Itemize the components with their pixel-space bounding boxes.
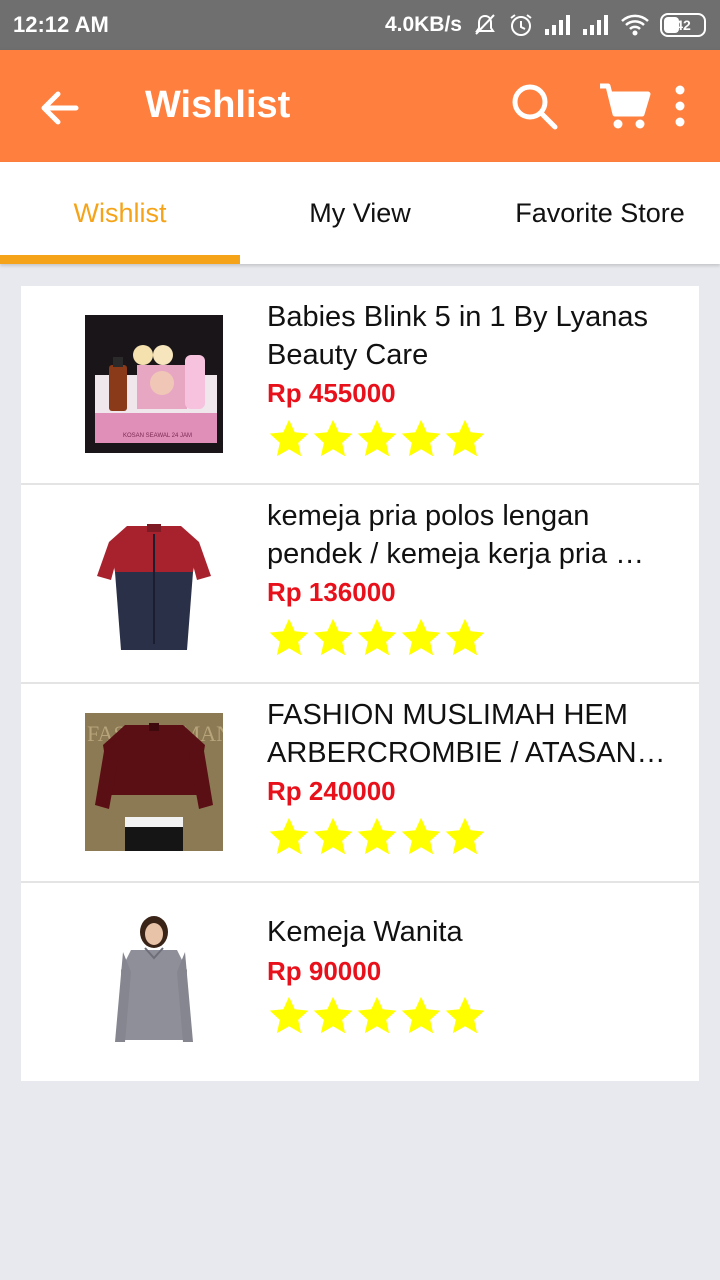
- mute-icon: [475, 14, 495, 35]
- tab-favorite-store[interactable]: Favorite Store: [480, 162, 720, 264]
- star-icon: [313, 817, 353, 855]
- rating-stars: [267, 815, 487, 859]
- alarm-icon: [510, 14, 532, 36]
- star-icon: [313, 996, 353, 1034]
- star-icon: [401, 996, 441, 1034]
- rating-stars: [267, 994, 487, 1038]
- star-icon: [269, 618, 309, 656]
- box-label: KOSAN SEAWAL 24 JAM: [123, 433, 192, 439]
- product-name[interactable]: Babies Blink 5 in 1 By Lyanas Beauty Car…: [267, 298, 687, 374]
- product-price: Rp 136000: [267, 577, 396, 607]
- star-icon: [357, 817, 397, 855]
- product-image[interactable]: KOSAN SEAWAL 24 JAM: [85, 315, 223, 453]
- product-image[interactable]: [85, 514, 223, 652]
- list-item[interactable]: KOSAN SEAWAL 24 JAM Babies Blink 5 in 1 …: [21, 286, 699, 485]
- star-icon: [269, 419, 309, 457]
- status-icons: 4.0KB/s 42: [385, 10, 706, 40]
- more-options-icon[interactable]: [668, 84, 692, 128]
- star-icon: [445, 996, 485, 1034]
- star-icon: [401, 419, 441, 457]
- rating-stars: [267, 417, 487, 461]
- product-name[interactable]: Kemeja Wanita: [267, 913, 687, 951]
- star-icon: [357, 419, 397, 457]
- page-title: Wishlist: [145, 84, 291, 126]
- product-name[interactable]: FASHION MUSLIMAH HEM ARBERCROMBIE / ATAS…: [267, 696, 687, 772]
- star-icon: [357, 996, 397, 1034]
- back-arrow-icon[interactable]: [34, 82, 86, 134]
- star-icon: [445, 618, 485, 656]
- battery-icon: 42: [660, 13, 706, 37]
- star-icon: [445, 817, 485, 855]
- status-time: 12:12 AM: [13, 12, 109, 37]
- battery-level: 42: [675, 17, 691, 33]
- network-speed: 4.0KB/s: [384, 13, 462, 36]
- signal-icon-2: [583, 15, 608, 35]
- star-icon: [445, 419, 485, 457]
- star-icon: [313, 618, 353, 656]
- tab-wishlist[interactable]: Wishlist: [0, 162, 240, 264]
- product-image[interactable]: FASHIONMAN: [85, 713, 223, 851]
- star-icon: [269, 817, 309, 855]
- star-icon: [269, 996, 309, 1034]
- star-icon: [401, 618, 441, 656]
- tab-my-view[interactable]: My View: [240, 162, 480, 264]
- app-bar: Wishlist: [0, 50, 720, 162]
- tab-indicator: [0, 255, 240, 264]
- star-icon: [357, 618, 397, 656]
- list-item[interactable]: FASHIONMAN FASHION MUSLIMAH HEM ARBERCRO…: [21, 684, 699, 883]
- wifi-icon: [621, 14, 649, 36]
- list-item[interactable]: Kemeja Wanita Rp 90000: [21, 883, 699, 1081]
- product-image[interactable]: [85, 912, 223, 1050]
- tab-bar: Wishlist My View Favorite Store: [0, 162, 720, 264]
- product-price: Rp 240000: [267, 776, 396, 806]
- search-icon[interactable]: [508, 80, 560, 132]
- rating-stars: [267, 616, 487, 660]
- status-bar: 12:12 AM 4.0KB/s 42: [0, 0, 720, 50]
- product-price: Rp 455000: [267, 378, 396, 408]
- cart-icon[interactable]: [598, 80, 652, 132]
- product-price: Rp 90000: [267, 956, 382, 986]
- wishlist-list: KOSAN SEAWAL 24 JAM Babies Blink 5 in 1 …: [21, 286, 699, 1081]
- list-item[interactable]: kemeja pria polos lengan pendek / kemeja…: [21, 485, 699, 684]
- star-icon: [313, 419, 353, 457]
- signal-icon: [545, 15, 570, 35]
- star-icon: [401, 817, 441, 855]
- product-name[interactable]: kemeja pria polos lengan pendek / kemeja…: [267, 497, 687, 573]
